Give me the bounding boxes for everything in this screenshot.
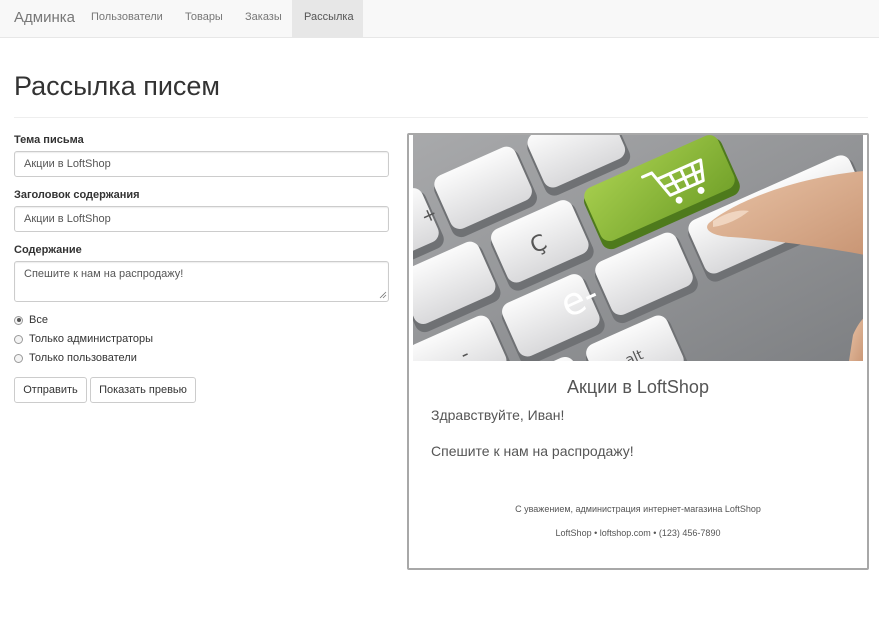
recipients-all-label: Все bbox=[29, 314, 48, 326]
preview-greeting: Здравствуйте, Иван! bbox=[431, 407, 565, 423]
content-textarea[interactable]: Спешите к нам на распродажу! bbox=[14, 261, 389, 302]
title-divider bbox=[14, 117, 868, 118]
nav-item-mailing[interactable]: Рассылка bbox=[292, 0, 363, 37]
show-preview-button[interactable]: Показать превью bbox=[90, 377, 196, 403]
nav-item-products[interactable]: Товары bbox=[173, 0, 235, 37]
nav-item-orders[interactable]: Заказы bbox=[233, 0, 294, 37]
top-navbar: Админка Пользователи Товары Заказы Рассы… bbox=[0, 0, 879, 38]
page-title: Рассылка писем bbox=[14, 71, 220, 101]
recipients-admins-label: Только администраторы bbox=[29, 333, 154, 345]
nav-item-users[interactable]: Пользователи bbox=[79, 0, 175, 37]
recipients-admins-option[interactable]: Только администраторы bbox=[14, 332, 153, 346]
e-commerce-cart-key-image: + Ç - ctrl alt e- bbox=[413, 135, 863, 361]
radio-checked-icon[interactable] bbox=[14, 315, 23, 325]
send-button[interactable]: Отправить bbox=[14, 377, 87, 403]
recipients-users-option[interactable]: Только пользователи bbox=[14, 351, 137, 365]
subject-input[interactable] bbox=[14, 151, 389, 177]
recipients-all-option[interactable]: Все bbox=[14, 313, 48, 327]
preview-body: Спешите к нам на распродажу! bbox=[431, 443, 634, 459]
content-label: Содержание bbox=[14, 244, 82, 256]
radio-unchecked-icon[interactable] bbox=[14, 334, 23, 344]
navbar-brand[interactable]: Админка bbox=[14, 9, 75, 26]
preview-heading: Акции в LoftShop bbox=[567, 377, 709, 397]
content-heading-input[interactable] bbox=[14, 206, 389, 232]
preview-contact: LoftShop • loftshop.com • (123) 456-7890 bbox=[555, 528, 721, 538]
preview-signature: С уважением, администрация интернет-мага… bbox=[515, 504, 761, 514]
email-preview-panel: + Ç - ctrl alt e- bbox=[407, 133, 869, 570]
recipients-users-label: Только пользователи bbox=[29, 352, 137, 364]
radio-unchecked-icon[interactable] bbox=[14, 353, 23, 363]
subject-label: Тема письма bbox=[14, 134, 84, 146]
content-heading-label: Заголовок содержания bbox=[14, 189, 140, 201]
